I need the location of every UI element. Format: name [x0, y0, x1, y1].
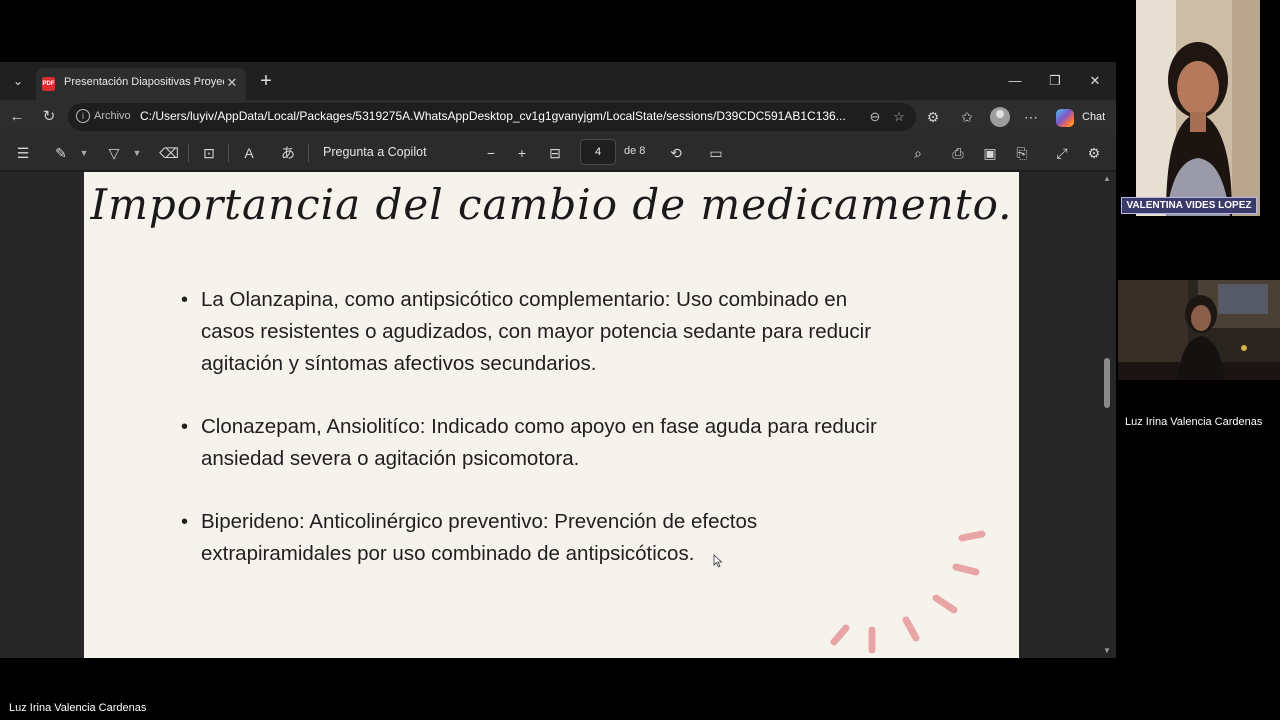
page-number-input[interactable]: 4 — [580, 139, 616, 165]
refresh-icon[interactable]: ↻ — [38, 106, 60, 128]
tab-close-icon[interactable]: ✕ — [224, 74, 240, 92]
new-tab-button[interactable]: + — [254, 70, 278, 94]
copilot-icon — [1056, 109, 1074, 127]
scroll-down-icon[interactable]: ▼ — [1102, 646, 1112, 656]
participant-name: Luz Irina Valencia Cardenas — [1125, 416, 1263, 428]
read-aloud-icon[interactable]: A — [238, 142, 260, 164]
page-total-label: de 8 — [624, 145, 646, 157]
profile-avatar[interactable] — [990, 107, 1010, 127]
ask-copilot-button[interactable]: Pregunta a Copilot — [323, 145, 427, 159]
more-menu-icon[interactable]: ⋯ — [1020, 106, 1042, 128]
extensions-icon[interactable]: ⚙ — [922, 106, 944, 128]
pdf-favicon-icon: PDF — [42, 77, 55, 91]
pdf-viewer[interactable]: Importancia del cambio de medicamento. L… — [0, 172, 1116, 658]
separator — [228, 144, 229, 162]
zoom-out-icon[interactable]: ⊖ — [866, 108, 884, 126]
tab-bar: ⌄ PDF Presentación Diapositivas Proyecto… — [0, 62, 1116, 100]
close-window-icon[interactable]: ✕ — [1080, 70, 1110, 92]
draw-chevron-icon[interactable]: ▼ — [131, 142, 143, 164]
bullet-item: Biperideno: Anticolinérgico preventivo: … — [179, 506, 899, 570]
bullet-list: La Olanzapina, como antipsicótico comple… — [179, 284, 899, 601]
save-as-icon[interactable]: ⎘ — [1011, 142, 1033, 164]
highlight-chevron-icon[interactable]: ▼ — [78, 142, 90, 164]
bullet-item: La Olanzapina, como antipsicótico comple… — [179, 284, 899, 380]
settings-gear-icon[interactable]: ⚙ — [1083, 142, 1105, 164]
participant-video-valentina[interactable] — [1136, 0, 1260, 216]
rotate-icon[interactable]: ⟲ — [665, 142, 687, 164]
vertical-scrollbar[interactable]: ▲ ▼ — [1100, 172, 1114, 658]
tab-title: Presentación Diapositivas Proyecto — [64, 76, 224, 88]
eraser-icon[interactable]: ⌫ — [158, 142, 180, 164]
address-bar[interactable]: i Archivo C:/Users/luyiv/AppData/Local/P… — [68, 103, 916, 131]
contents-list-icon[interactable]: ☰ — [12, 142, 34, 164]
mouse-cursor-icon — [713, 554, 723, 568]
separator — [188, 144, 189, 162]
translate-icon[interactable]: あ — [277, 142, 299, 164]
participant-video-frame — [1118, 280, 1280, 380]
address-url[interactable]: C:/Users/luyiv/AppData/Local/Packages/53… — [140, 109, 860, 123]
zoom-in-icon[interactable]: + — [511, 142, 533, 164]
scroll-up-icon[interactable]: ▲ — [1102, 174, 1112, 184]
page-view-icon[interactable]: ▭ — [705, 142, 727, 164]
print-icon[interactable]: ⎙ — [947, 142, 969, 164]
zoom-out-icon[interactable]: − — [480, 142, 502, 164]
info-icon[interactable]: i — [76, 109, 90, 123]
address-toolbar: ← ↻ i Archivo C:/Users/luyiv/AppData/Loc… — [0, 100, 1116, 134]
meeting-screen: ⌄ PDF Presentación Diapositivas Proyecto… — [0, 0, 1280, 720]
fit-page-icon[interactable]: ⊟ — [544, 142, 566, 164]
tab-actions-chevron-icon[interactable]: ⌄ — [6, 70, 30, 92]
pdf-toolbar: ☰ ✎ ▼ ▽ ▼ ⌫ ⊡ A あ Pregunta a Copilot − +… — [0, 134, 1116, 171]
slide-title: Importancia del cambio de medicamento. — [90, 180, 1013, 229]
sunburst-decoration — [830, 530, 986, 654]
participant-video-luz[interactable] — [1118, 280, 1280, 380]
minimize-icon[interactable]: — — [1000, 70, 1030, 92]
address-scheme-label: Archivo — [94, 110, 131, 122]
fullscreen-icon[interactable]: ⤢ — [1051, 142, 1073, 164]
copilot-chat-button[interactable]: Chat — [1054, 108, 1112, 128]
favorite-star-icon[interactable]: ☆ — [890, 108, 908, 126]
separator — [308, 144, 309, 162]
tab-pdf[interactable]: PDF Presentación Diapositivas Proyecto ✕ — [36, 68, 246, 100]
search-icon[interactable]: ⌕ — [907, 142, 929, 164]
bullet-item: Clonazepam, Ansiolitíco: Indicado como a… — [179, 411, 899, 475]
participant-name-tag: VALENTINA VIDES LOPEZ — [1121, 197, 1257, 214]
slide-page: Importancia del cambio de medicamento. L… — [84, 172, 1019, 658]
chat-label: Chat — [1082, 111, 1106, 123]
presenter-name: Luz Irina Valencia Cardenas — [9, 702, 147, 714]
back-icon[interactable]: ← — [6, 106, 28, 128]
save-icon[interactable]: ▣ — [979, 142, 1001, 164]
restore-icon[interactable]: ❐ — [1040, 70, 1070, 92]
scroll-thumb[interactable] — [1104, 358, 1110, 408]
text-box-icon[interactable]: ⊡ — [198, 142, 220, 164]
draw-icon[interactable]: ▽ — [103, 142, 125, 164]
edge-browser-window: ⌄ PDF Presentación Diapositivas Proyecto… — [0, 62, 1116, 658]
participant-video-frame — [1136, 0, 1260, 216]
highlight-icon[interactable]: ✎ — [50, 142, 72, 164]
favorites-icon[interactable]: ✩ — [956, 106, 978, 128]
